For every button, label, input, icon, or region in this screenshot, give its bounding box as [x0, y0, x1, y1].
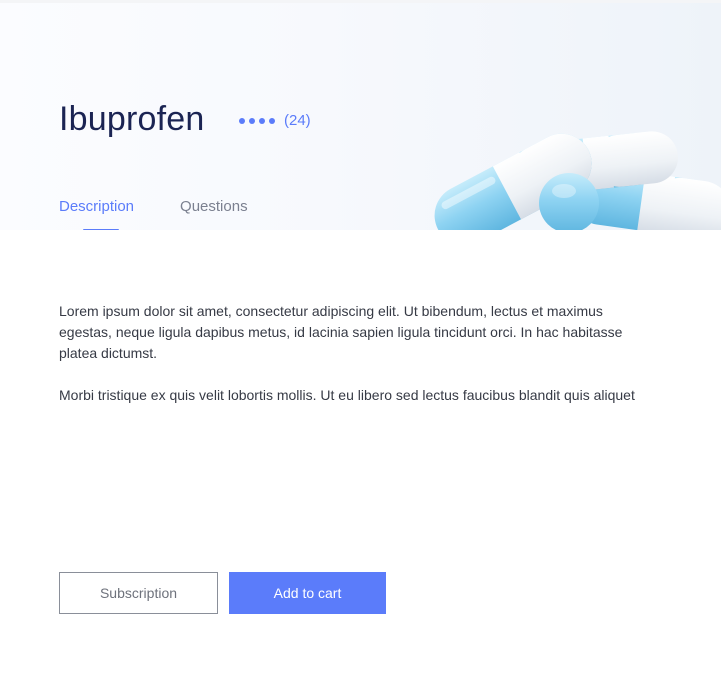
dot-rating-icon — [249, 118, 255, 124]
product-rating[interactable]: (24) — [239, 111, 311, 131]
product-tabs: Description Questions — [59, 196, 248, 230]
tab-description-label: Description — [59, 198, 135, 215]
dot-rating-icon — [269, 118, 275, 124]
description-paragraph: Lorem ipsum dolor sit amet, consectetur … — [59, 303, 623, 361]
rating-count: (24) — [284, 112, 311, 129]
tab-questions-label: Questions — [180, 198, 248, 215]
tab-description[interactable]: Description — [59, 196, 135, 230]
rating-dots — [239, 118, 275, 124]
description-paragraph: Morbi tristique ex quis velit lobortis m… — [59, 387, 635, 403]
product-title: Ibuprofen — [59, 100, 205, 138]
tab-questions[interactable]: Questions — [180, 196, 248, 218]
add-to-cart-button[interactable]: Add to cart — [229, 572, 386, 614]
dot-rating-icon — [239, 118, 245, 124]
description-body: Lorem ipsum dolor sit amet, consectetur … — [59, 301, 659, 427]
product-hero: Ibuprofen (24) Description Questions — [0, 0, 721, 230]
dot-rating-icon — [259, 118, 265, 124]
top-divider — [0, 0, 721, 3]
subscription-button[interactable]: Subscription — [59, 572, 218, 614]
capsule-pills-image — [434, 131, 721, 230]
product-page: Ibuprofen (24) Description Questions Lor… — [0, 0, 721, 681]
active-tab-indicator — [83, 229, 119, 230]
